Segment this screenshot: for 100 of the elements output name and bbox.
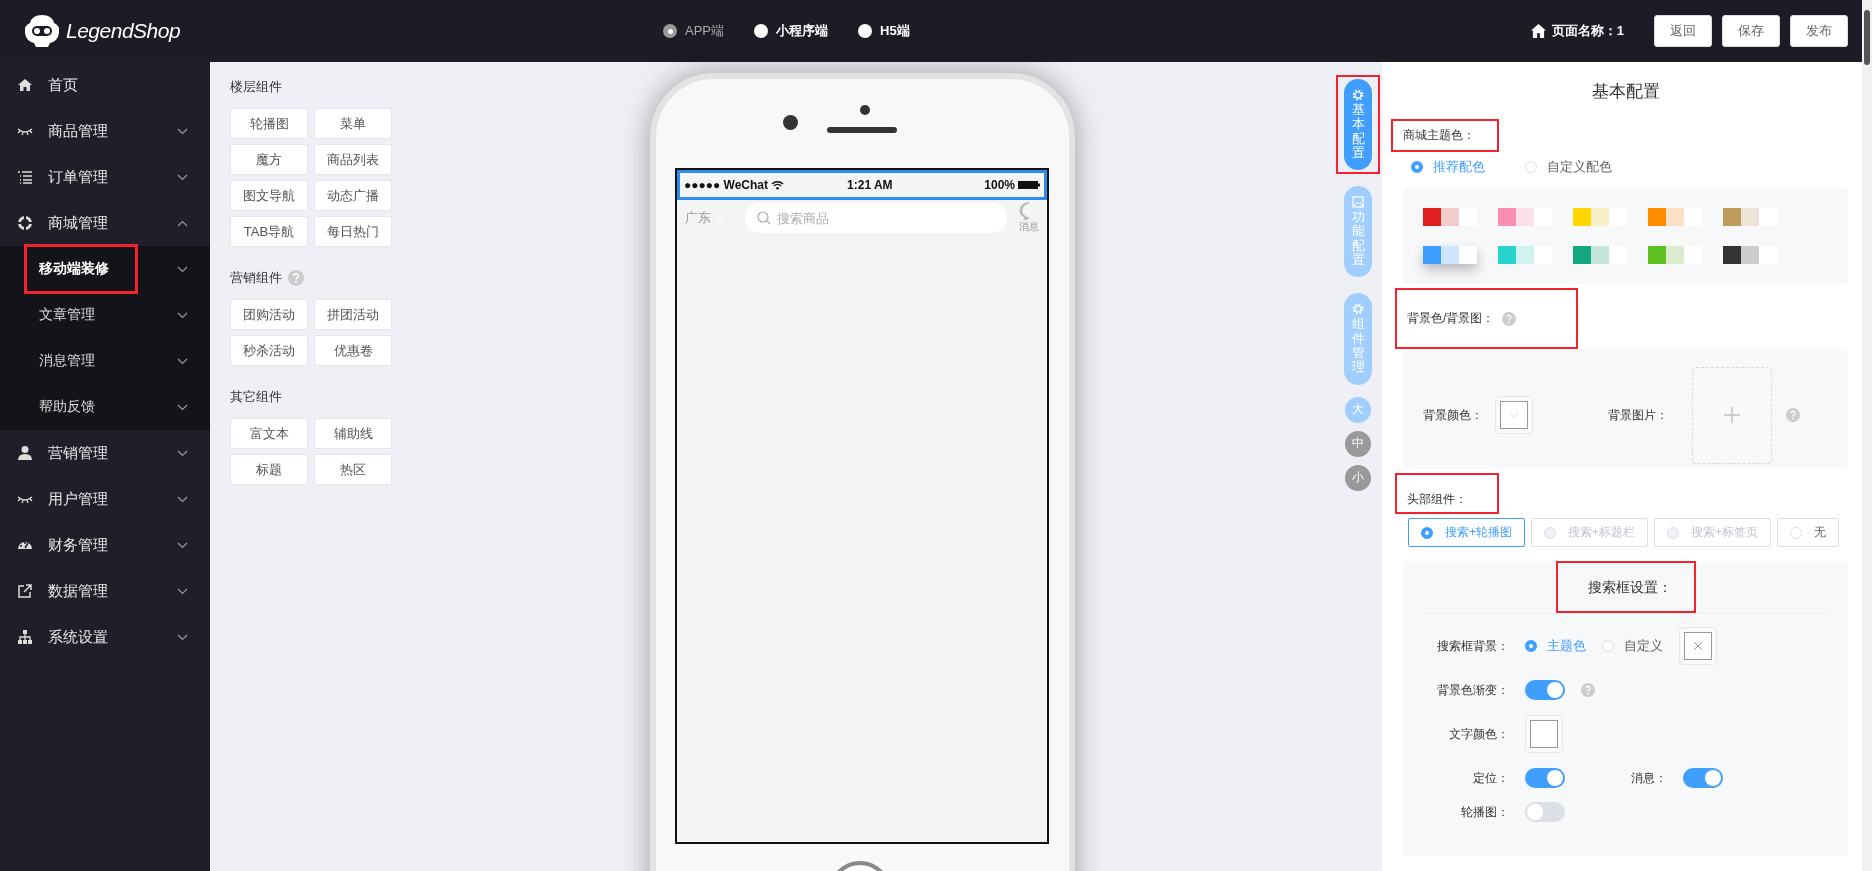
camera-dot <box>783 115 798 130</box>
sidebar-item[interactable]: 订单管理 <box>0 154 210 200</box>
component-button[interactable]: 菜单 <box>314 108 392 139</box>
component-button[interactable]: 动态广播 <box>314 180 392 211</box>
field-label: 轮播图： <box>1460 803 1509 821</box>
platform-radio[interactable]: H5端 <box>858 22 910 40</box>
help-icon <box>1786 408 1800 422</box>
color-palette[interactable] <box>1498 208 1552 226</box>
chevron-down-icon <box>177 449 188 457</box>
search-field[interactable]: 搜索商品 <box>745 203 1007 233</box>
component-button[interactable]: 富文本 <box>230 418 308 449</box>
section-title: 搜索框设置： <box>1555 561 1696 613</box>
gear-icon <box>1352 89 1364 101</box>
toggle-switch[interactable] <box>1525 802 1565 822</box>
chevron-down-icon <box>177 633 188 641</box>
chevron-down-icon <box>177 173 188 181</box>
color-palette[interactable] <box>1723 246 1777 264</box>
field-label: 定位： <box>1472 769 1509 787</box>
section-label: 头部组件： <box>1395 473 1499 514</box>
component-button[interactable]: 魔方 <box>230 144 308 175</box>
message-label: 消息 <box>1019 220 1039 234</box>
chevron-up-icon <box>177 219 188 227</box>
component-button[interactable]: 热区 <box>314 454 392 485</box>
chevron-down-icon <box>177 541 188 549</box>
sidebar-item[interactable]: 商城管理 <box>0 200 210 246</box>
chevron-down-icon <box>177 127 188 135</box>
list-icon <box>17 169 33 185</box>
scrollbar[interactable] <box>1862 0 1872 871</box>
component-button[interactable]: 拼团活动 <box>314 299 392 330</box>
plus-icon <box>1723 406 1741 424</box>
platform-radio[interactable]: 小程序端 <box>754 22 828 40</box>
color-palette[interactable] <box>1573 208 1627 226</box>
toggle-switch[interactable] <box>1525 680 1565 700</box>
page-name: 页面名称：1 <box>1551 22 1624 40</box>
component-button[interactable]: 辅助线 <box>314 418 392 449</box>
header-button[interactable]: 保存 <box>1722 15 1780 47</box>
field-label: 搜索框背景： <box>1436 637 1509 655</box>
field-label: 背景颜色： <box>1423 406 1483 424</box>
component-button[interactable]: 商品列表 <box>314 144 392 175</box>
status-bar[interactable]: ●●●●● WeChat 1:21 AM 100% <box>677 170 1047 200</box>
ring-icon <box>17 215 33 231</box>
radio-option[interactable]: 自定义 <box>1602 637 1663 655</box>
group-title: 楼层组件 <box>230 78 282 96</box>
sidebar-item[interactable]: 财务管理 <box>0 522 210 568</box>
sidebar-item[interactable]: 首页 <box>0 62 210 108</box>
group-title: 其它组件 <box>230 388 282 406</box>
color-picker[interactable] <box>1525 715 1563 753</box>
chevron-down-icon <box>177 403 188 411</box>
battery-icon <box>1018 180 1040 190</box>
close-icon <box>1693 641 1703 651</box>
platform-radio[interactable]: APP端 <box>663 22 724 40</box>
component-button[interactable]: 轮播图 <box>230 108 308 139</box>
help-icon <box>288 270 304 286</box>
sidebar-subitem[interactable]: 文章管理 <box>0 292 210 338</box>
sidebar-item[interactable]: 数据管理 <box>0 568 210 614</box>
sidebar-item[interactable]: 商品管理 <box>0 108 210 154</box>
color-palette[interactable] <box>1423 208 1477 226</box>
sidebar-subitem[interactable]: 消息管理 <box>0 338 210 384</box>
sidebar-item[interactable]: 系统设置 <box>0 614 210 660</box>
group-title: 营销组件 <box>230 269 282 287</box>
radio-option[interactable]: 自定义配色 <box>1525 158 1612 176</box>
speaker-slot <box>827 127 897 133</box>
sidebar-subitem[interactable]: 帮助反馈 <box>0 384 210 430</box>
carrier-text: ●●●●● WeChat <box>684 178 769 192</box>
color-palette[interactable] <box>1648 208 1702 226</box>
color-picker[interactable] <box>1495 396 1533 434</box>
search-icon <box>757 211 771 225</box>
component-button[interactable]: 图文导航 <box>230 180 308 211</box>
color-palette[interactable] <box>1723 208 1777 226</box>
battery-text: 100% <box>984 178 1015 192</box>
home-icon <box>17 77 33 93</box>
sidebar-item[interactable]: 用户管理 <box>0 476 210 522</box>
header-button[interactable]: 返回 <box>1654 15 1712 47</box>
radio-button[interactable]: 无 <box>1777 518 1840 547</box>
sitemap-icon <box>17 629 33 645</box>
header-button[interactable]: 发布 <box>1790 15 1848 47</box>
toggle-switch[interactable] <box>1683 768 1723 788</box>
chevron-down-icon <box>1509 412 1519 418</box>
panel-title: 基本配置 <box>1590 81 1661 103</box>
sidebar-item[interactable]: 营销管理 <box>0 430 210 476</box>
section-label: 商城主题色： <box>1391 119 1499 152</box>
color-palette[interactable] <box>1648 246 1702 264</box>
component-button[interactable]: 秒杀活动 <box>230 335 308 366</box>
color-picker[interactable] <box>1679 627 1717 665</box>
color-palette[interactable] <box>1498 246 1552 264</box>
chevron-down-icon <box>177 311 188 319</box>
chevron-down-icon <box>177 587 188 595</box>
color-palette[interactable] <box>1573 246 1627 264</box>
component-button[interactable]: 每日热门 <box>314 216 392 247</box>
field-label: 消息： <box>1630 769 1667 787</box>
help-icon <box>1581 683 1595 697</box>
field-label: 背景色渐变： <box>1436 681 1509 699</box>
component-button[interactable]: 团购活动 <box>230 299 308 330</box>
component-button[interactable]: TAB导航 <box>230 216 308 247</box>
component-button[interactable]: 优惠卷 <box>314 335 392 366</box>
chevron-down-icon <box>177 495 188 503</box>
external-link-icon <box>17 583 33 599</box>
color-palette[interactable] <box>1423 246 1477 264</box>
component-button[interactable]: 标题 <box>230 454 308 485</box>
toggle-switch[interactable] <box>1525 768 1565 788</box>
